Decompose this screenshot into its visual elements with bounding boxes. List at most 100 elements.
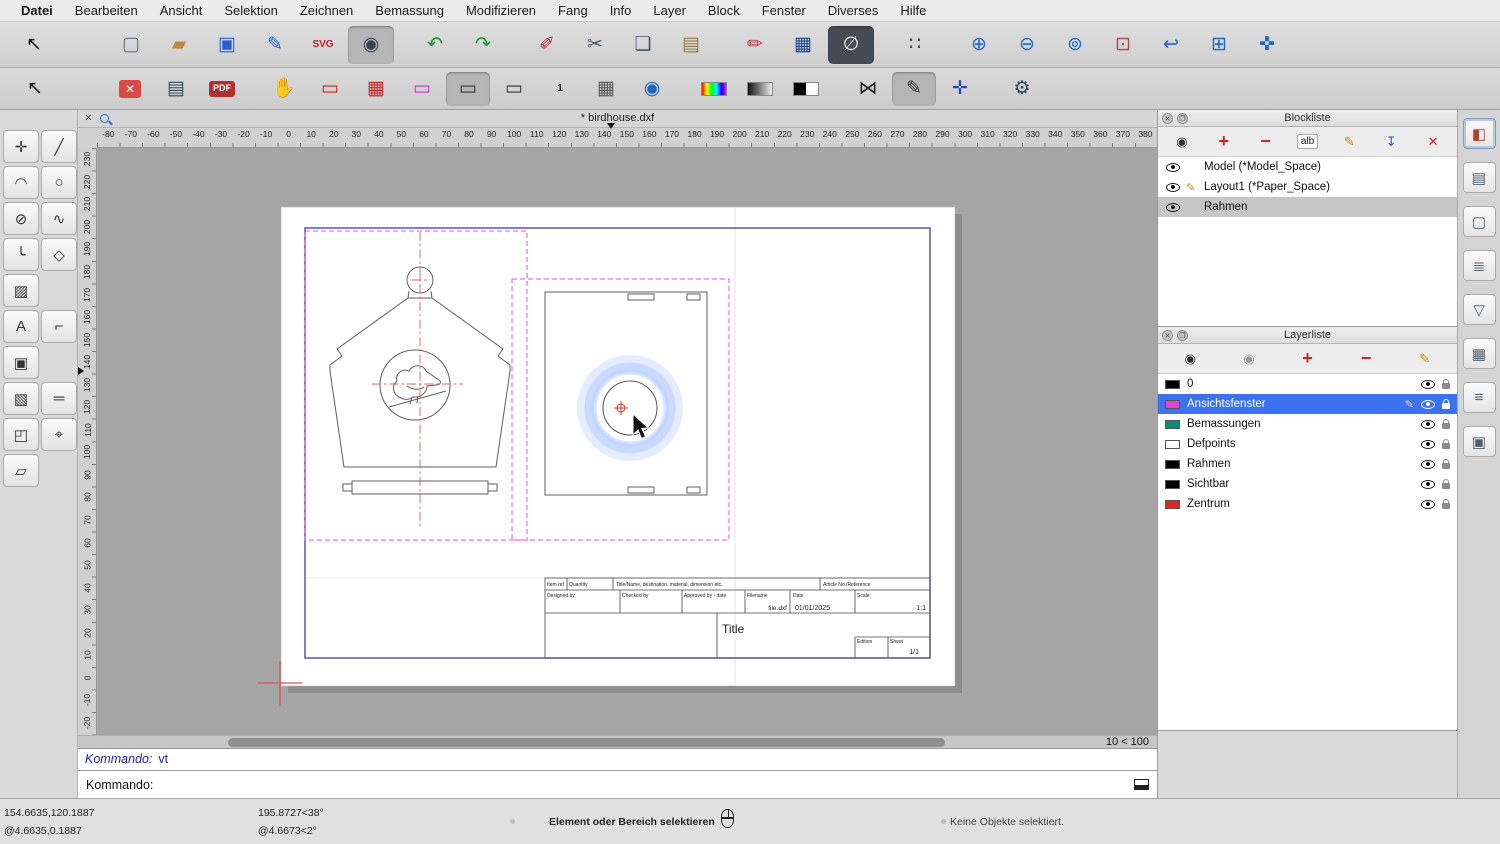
horizontal-scrollbar[interactable]: 10 < 100 bbox=[78, 735, 1157, 748]
selection-filter-toggle[interactable]: ▽ bbox=[1463, 294, 1496, 325]
point-tool[interactable]: ✛ bbox=[3, 130, 39, 163]
line-tool[interactable]: ╱ bbox=[41, 130, 77, 163]
show-all-layers-button[interactable]: ◉ bbox=[1161, 347, 1220, 371]
previous-view[interactable]: ↩ bbox=[1148, 26, 1194, 64]
hatch-tool[interactable]: ▨ bbox=[3, 274, 39, 307]
redo[interactable]: ↷ bbox=[460, 26, 506, 64]
draw-pen[interactable]: ✏ bbox=[732, 26, 778, 64]
command-input[interactable] bbox=[161, 778, 1134, 792]
pan-view[interactable]: ✜ bbox=[1244, 26, 1290, 64]
block-row[interactable]: ✎ Rahmen bbox=[1158, 197, 1457, 217]
layer-row[interactable]: Zentrum ✎ bbox=[1158, 494, 1457, 514]
zoom-out[interactable]: ⊖ bbox=[1004, 26, 1050, 64]
polyline-tool[interactable]: ╰ bbox=[3, 238, 39, 271]
arc-tool[interactable]: ◠ bbox=[3, 166, 39, 199]
menu-info[interactable]: Info bbox=[599, 3, 643, 18]
zoom-in[interactable]: ⊕ bbox=[956, 26, 1002, 64]
delete-entities[interactable]: ✐ bbox=[524, 26, 570, 64]
zoom-selection[interactable]: ⊡ bbox=[1100, 26, 1146, 64]
ellipse-tool[interactable]: ⊘ bbox=[3, 202, 39, 235]
lock-icon[interactable] bbox=[1442, 383, 1450, 389]
grid-toggle[interactable]: ∷ bbox=[892, 26, 938, 64]
lock-icon[interactable] bbox=[1442, 423, 1450, 429]
zoom-window[interactable]: ⊞ bbox=[1196, 26, 1242, 64]
lock-icon[interactable] bbox=[1442, 463, 1450, 469]
remove-block-button[interactable]: − bbox=[1245, 130, 1287, 154]
save-as-document[interactable]: ✎ bbox=[252, 26, 298, 64]
tools-settings[interactable]: ⚙ bbox=[1000, 72, 1044, 106]
svg-export[interactable]: SVG bbox=[300, 26, 346, 64]
pdf-export[interactable]: PDF bbox=[200, 72, 244, 106]
block-list-toggle[interactable]: ≣ bbox=[1463, 250, 1496, 281]
visibility-eye-icon[interactable] bbox=[1421, 480, 1435, 489]
block-row[interactable]: ✎ Model (*Model_Space) bbox=[1158, 157, 1457, 177]
edit-block-button[interactable]: ✎ bbox=[1328, 130, 1370, 154]
detach-panel-icon[interactable]: ❐ bbox=[1177, 330, 1188, 341]
layer-row[interactable]: Sichtbar ✎ bbox=[1158, 474, 1457, 494]
menu-selektion[interactable]: Selektion bbox=[213, 3, 288, 18]
scrollbar-thumb[interactable] bbox=[228, 738, 945, 747]
lock-icon[interactable] bbox=[1442, 443, 1450, 449]
print[interactable]: ▤ bbox=[154, 72, 198, 106]
edit-attributes[interactable]: ▦ bbox=[780, 26, 826, 64]
visibility-eye-icon[interactable] bbox=[1421, 400, 1435, 409]
menu-bemassung[interactable]: Bemassung bbox=[364, 3, 455, 18]
selection-pointer[interactable]: ↖ bbox=[11, 26, 57, 64]
block-row[interactable]: ✎ Layout1 (*Paper_Space) bbox=[1158, 177, 1457, 197]
selection-pointer-alt[interactable]: ↖ bbox=[13, 72, 57, 106]
library-browser-toggle[interactable]: ◧ bbox=[1463, 118, 1496, 149]
isometric-tool[interactable]: ▱ bbox=[3, 454, 39, 487]
close-panel-icon[interactable]: ✕ bbox=[1162, 330, 1173, 341]
menu-bearbeiten[interactable]: Bearbeiten bbox=[64, 3, 149, 18]
print-preview[interactable]: ◉ bbox=[348, 26, 394, 64]
pan-hand[interactable]: ✋ bbox=[262, 72, 306, 106]
paste[interactable]: ▤ bbox=[668, 26, 714, 64]
image-tool[interactable]: ▣ bbox=[3, 346, 39, 379]
menu-zeichnen[interactable]: Zeichnen bbox=[289, 3, 364, 18]
menu-datei[interactable]: Datei bbox=[10, 3, 64, 18]
viewport-frame[interactable]: ▭ bbox=[400, 72, 444, 106]
visibility-eye-icon[interactable] bbox=[1166, 163, 1180, 172]
viewport-list-toggle[interactable]: ▢ bbox=[1463, 206, 1496, 237]
layer-row[interactable]: Bemassungen ✎ bbox=[1158, 414, 1457, 434]
lock-icon[interactable] bbox=[1442, 403, 1450, 409]
visibility-eye-icon[interactable] bbox=[1166, 203, 1180, 212]
hide-all-layers-button[interactable]: ◉ bbox=[1220, 347, 1279, 371]
draw-order[interactable]: ✎ bbox=[892, 72, 936, 106]
visibility-eye-icon[interactable] bbox=[1421, 500, 1435, 509]
circle-tool[interactable]: ○ bbox=[41, 166, 77, 199]
menu-ansicht[interactable]: Ansicht bbox=[149, 3, 214, 18]
close-panel-icon[interactable]: ✕ bbox=[1162, 113, 1173, 124]
ruler-tool[interactable]: ═ bbox=[41, 382, 77, 415]
dimension-tool[interactable]: ⌐ bbox=[41, 310, 77, 343]
visibility-eye-icon[interactable] bbox=[1421, 380, 1435, 389]
rename-block-button[interactable]: alb bbox=[1287, 130, 1329, 154]
page-grid[interactable]: ▦ bbox=[584, 72, 628, 106]
drawing-frame[interactable]: ▭ bbox=[308, 72, 352, 106]
command-history-toggle[interactable]: ≡ bbox=[1463, 382, 1496, 413]
color-palette-button[interactable] bbox=[692, 72, 736, 106]
menu-fenster[interactable]: Fenster bbox=[751, 3, 817, 18]
pattern-panel-toggle[interactable]: ▦ bbox=[1463, 338, 1496, 369]
viewport-zoom[interactable]: ◉ bbox=[630, 72, 674, 106]
lock-icon[interactable] bbox=[1442, 503, 1450, 509]
close-drawing[interactable]: ✕ bbox=[108, 72, 152, 106]
layer-row[interactable]: 0 ✎ bbox=[1158, 374, 1457, 394]
auto-zoom[interactable]: ⊚ bbox=[1052, 26, 1098, 64]
cut[interactable]: ✂ bbox=[572, 26, 618, 64]
single-page-view[interactable]: 1 bbox=[538, 72, 582, 106]
open-document[interactable]: ▰ bbox=[156, 26, 202, 64]
detach-panel-icon[interactable]: ❐ bbox=[1177, 113, 1188, 124]
menu-block[interactable]: Block bbox=[697, 3, 751, 18]
close-block-button[interactable]: ✕ bbox=[1412, 130, 1454, 154]
frame-grid[interactable]: ▦ bbox=[354, 72, 398, 106]
property-editor-toggle[interactable]: ▤ bbox=[1463, 162, 1496, 193]
visibility-eye-icon[interactable] bbox=[1421, 440, 1435, 449]
add-layer-button[interactable]: + bbox=[1278, 347, 1337, 371]
edit-layer-button[interactable]: ✎ bbox=[1395, 347, 1454, 371]
menu-layer[interactable]: Layer bbox=[642, 3, 697, 18]
no-fill-mode[interactable]: ∅ bbox=[828, 26, 874, 64]
snap-tool[interactable]: ⌖ bbox=[41, 418, 77, 451]
selected-viewport-circle[interactable] bbox=[586, 364, 674, 452]
grayscale-button[interactable] bbox=[738, 72, 782, 106]
